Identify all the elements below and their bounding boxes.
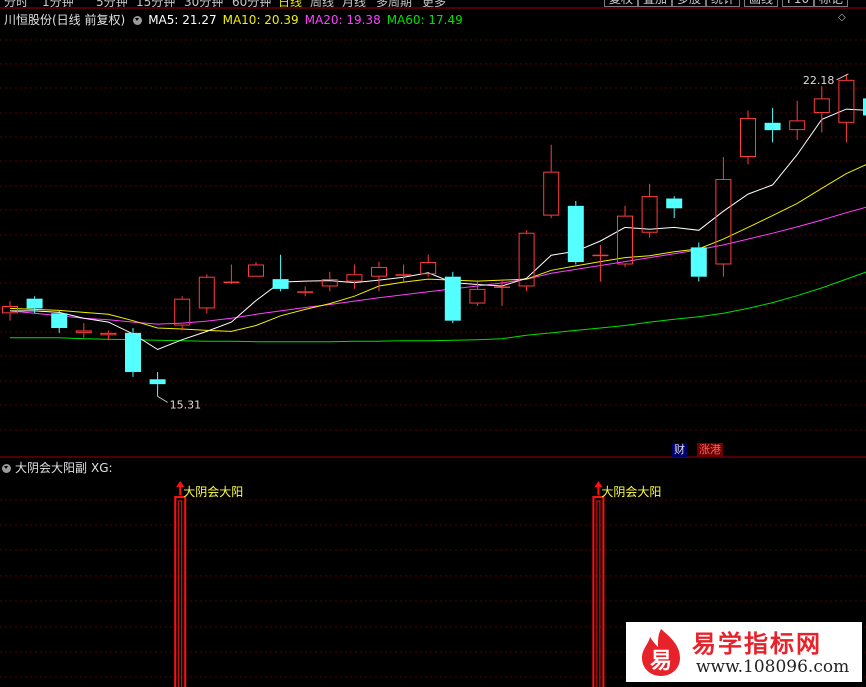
finance-badge[interactable]: 财 [672, 443, 687, 457]
candle-body [51, 313, 68, 328]
dropdown-circle-icon[interactable] [2, 464, 11, 473]
ma5-line [10, 108, 866, 351]
candle-body [444, 276, 461, 321]
candle-body [715, 178, 732, 265]
candle-body [567, 205, 584, 263]
signal-bar-inner [178, 500, 183, 687]
candle-body [395, 274, 412, 276]
candle [395, 264, 412, 282]
ma10-line [9, 164, 866, 332]
candle [198, 274, 215, 314]
candle [838, 73, 855, 143]
candle [51, 310, 68, 333]
candle [444, 271, 461, 324]
candle-body [494, 286, 510, 288]
candle-body [789, 120, 806, 131]
signal-bar: 大阴会大阳 [174, 481, 243, 687]
candle [248, 262, 264, 277]
limit-up-badge[interactable]: 涨港 [697, 443, 723, 457]
low-price-label: 15.31 [170, 398, 202, 411]
high-price-label: 22.18 [803, 74, 835, 87]
candle-body [174, 298, 191, 326]
candle [567, 200, 584, 265]
candle-body [592, 254, 609, 257]
indicator-output: XG: [91, 461, 113, 475]
candle [75, 323, 92, 338]
candle [666, 196, 683, 219]
candle-body [690, 247, 707, 277]
candle [174, 296, 191, 331]
signal-label: 大阴会大阳 [601, 485, 661, 499]
logo-url: www.108096.com [696, 657, 850, 677]
candle-body [813, 98, 830, 114]
candle-body [297, 291, 314, 293]
candle [813, 86, 830, 133]
candlestick-chart[interactable]: 22.18 15.31 大阴会大阳 大阴会大阳 [0, 0, 866, 687]
candle-body [371, 266, 387, 277]
candle-body [641, 196, 658, 233]
candle-body [666, 198, 683, 209]
candle-body [740, 117, 756, 158]
candle [543, 144, 560, 219]
candle-body [248, 264, 264, 277]
candle [789, 100, 806, 140]
candle [740, 110, 756, 165]
candle-body [26, 298, 43, 309]
signal-bar-inner [596, 500, 601, 687]
candle-body [125, 332, 141, 372]
candle [371, 262, 387, 292]
candle [518, 230, 535, 292]
candle-body [469, 288, 486, 304]
candle [715, 157, 732, 277]
site-logo: 易 易学指标网 www.108096.com [626, 622, 862, 682]
candle-body [223, 281, 240, 284]
candle [125, 327, 141, 377]
signal-bars: 大阴会大阳 大阴会大阳 [174, 481, 661, 687]
candle-body [346, 274, 363, 282]
flame-logo-icon: 易 [642, 629, 680, 676]
ma20-line [9, 206, 866, 325]
ma60-line [10, 271, 866, 343]
logo-mark-text: 易 [650, 649, 672, 674]
candle-body [838, 79, 855, 123]
sub-chart-header: 大阴会大阳副 XG: [0, 459, 117, 475]
candle [223, 264, 240, 285]
candle [149, 371, 166, 397]
candle-body [543, 171, 560, 216]
candle [272, 254, 289, 292]
candle-body [272, 279, 289, 289]
candle-body [149, 379, 166, 385]
candle [420, 254, 437, 277]
candle [297, 286, 314, 297]
indicator-name: 大阴会大阳副 [15, 461, 88, 475]
candle-body [75, 330, 92, 333]
candle-body [420, 262, 437, 275]
candle [346, 264, 363, 289]
candle-body [764, 122, 781, 131]
logo-name: 易学指标网 [692, 630, 822, 658]
candle [592, 244, 609, 282]
candle-body [100, 332, 117, 336]
candle [321, 271, 338, 292]
candle [690, 242, 707, 282]
low-pointer [157, 395, 168, 403]
candle-body [198, 276, 215, 309]
signal-label: 大阴会大阳 [183, 485, 243, 499]
